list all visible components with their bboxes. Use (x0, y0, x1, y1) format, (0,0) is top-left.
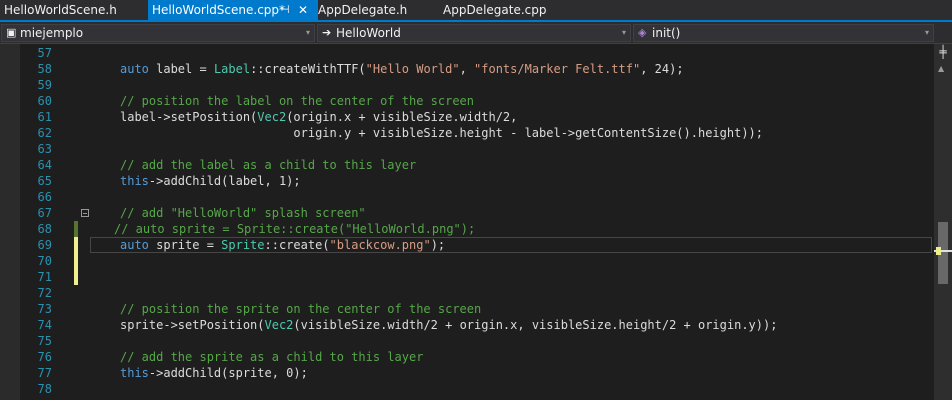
code-text: this->addChild(label, 1); (120, 174, 301, 188)
line-number: 66 (37, 190, 52, 204)
document-tab-bar: HelloWorldScene.h HelloWorldScene.cpp* ⊣… (0, 0, 952, 22)
code-text: // add "HelloWorld" splash screen" (120, 206, 366, 220)
line-number: 64 (37, 158, 52, 172)
code-line[interactable]: 58 auto label = Label::createWithTTF("Hel… (0, 61, 930, 77)
chevron-down-icon: ▾ (305, 28, 310, 37)
line-number: 74 (37, 318, 52, 332)
code-line[interactable]: 78 (0, 381, 930, 397)
navigation-bar: ▣ miejemplo ▾ ➔ HelloWorld ▾ ◈ init() ▾ (0, 22, 952, 44)
scope-dropdown-value: HelloWorld (336, 26, 401, 40)
code-line[interactable]: 68 // auto sprite = Sprite::create("Hello… (0, 221, 930, 237)
line-number: 69 (37, 238, 52, 252)
change-marker (936, 247, 941, 255)
code-text: // position the sprite on the center of … (120, 302, 482, 316)
code-line[interactable]: 75 (0, 333, 930, 349)
tab-label: AppDelegate.h (318, 3, 408, 17)
code-line[interactable]: 70 (0, 253, 930, 269)
line-number: 65 (37, 174, 52, 188)
line-number: 76 (37, 350, 52, 364)
scope-dropdown[interactable]: ➔ HelloWorld ▾ (317, 24, 631, 42)
code-line[interactable]: 77 this->addChild(sprite, 0); (0, 365, 930, 381)
code-line[interactable]: 67 // add "HelloWorld" splash screen" (0, 205, 930, 221)
arrow-right-icon: ➔ (322, 26, 332, 39)
line-number: 70 (37, 254, 52, 268)
tab-label: HelloWorldScene.h (4, 3, 117, 17)
project-dropdown-value: miejemplo (20, 26, 84, 40)
code-line[interactable]: 66 (0, 189, 930, 205)
code-text: // auto sprite = Sprite::create("HelloWo… (114, 222, 476, 236)
line-number: 58 (37, 62, 52, 76)
chevron-down-icon: ▾ (621, 28, 626, 37)
line-number: 57 (37, 46, 52, 60)
code-line[interactable]: 72 (0, 285, 930, 301)
line-number: 71 (37, 270, 52, 284)
code-text: label->setPosition(Vec2(origin.x + visib… (120, 110, 518, 124)
saved-change-marker (74, 221, 78, 237)
collapse-icon[interactable] (81, 209, 89, 217)
line-number: 72 (37, 286, 52, 300)
member-dropdown[interactable]: ◈ init() ▾ (633, 24, 934, 42)
code-text: // position the label on the center of t… (120, 94, 475, 108)
scroll-up-icon[interactable]: ▲ (938, 64, 944, 73)
code-line[interactable]: 57 (0, 45, 930, 61)
code-text: origin.y + visibleSize.height - label->g… (120, 126, 763, 140)
code-line[interactable]: 69 auto sprite = Sprite::create("blackcow… (0, 237, 932, 253)
close-icon[interactable]: ✕ (298, 0, 308, 20)
code-line[interactable]: 71 (0, 269, 930, 285)
unsaved-change-marker (74, 237, 78, 253)
member-dropdown-value: init() (652, 26, 681, 40)
code-line[interactable]: 62 origin.y + visibleSize.height - label… (0, 125, 930, 141)
code-line[interactable]: 73 // position the sprite on the center o… (0, 301, 930, 317)
line-number: 78 (37, 382, 52, 396)
code-line[interactable]: 65 this->addChild(label, 1); (0, 173, 930, 189)
project-dropdown[interactable]: ▣ miejemplo ▾ (1, 24, 315, 42)
line-number: 60 (37, 94, 52, 108)
code-text: auto sprite = Sprite::create("blackcow.p… (120, 238, 446, 252)
code-text: // add the label as a child to this laye… (120, 158, 417, 172)
code-line[interactable]: 61 label->setPosition(Vec2(origin.x + vis… (0, 109, 930, 125)
line-number: 59 (37, 78, 52, 92)
line-number: 67 (37, 206, 52, 220)
line-number: 68 (37, 222, 52, 236)
line-number: 62 (37, 126, 52, 140)
chevron-down-icon: ▾ (924, 28, 929, 37)
split-window-icon[interactable]: ╪ (937, 46, 949, 58)
method-icon: ◈ (638, 26, 647, 39)
code-text: auto label = Label::createWithTTF("Hello… (120, 62, 684, 76)
vertical-scrollbar[interactable]: ╪ ▲ (934, 44, 952, 400)
code-line[interactable]: 63 (0, 141, 930, 157)
pin-icon[interactable]: ⊣ (280, 0, 290, 20)
code-line[interactable]: 59 (0, 77, 930, 93)
tab-helloworldscene-cpp[interactable]: HelloWorldScene.cpp* ⊣ ✕ (148, 0, 318, 20)
code-line[interactable]: 76 // add the sprite as a child to this l… (0, 349, 930, 365)
code-line[interactable]: 74 sprite->setPosition(Vec2(visibleSize.w… (0, 317, 930, 333)
line-number: 77 (37, 366, 52, 380)
code-text: this->addChild(sprite, 0); (120, 366, 308, 380)
code-text: // add the sprite as a child to this lay… (120, 350, 424, 364)
project-icon: ▣ (6, 26, 17, 39)
code-editor[interactable]: 5758 auto label = Label::createWithTTF("H… (0, 44, 952, 400)
line-number: 75 (37, 334, 52, 348)
tab-label: HelloWorldScene.cpp* (152, 3, 286, 17)
code-line[interactable]: 60 // position the label on the center of… (0, 93, 930, 109)
line-number: 63 (37, 142, 52, 156)
code-line[interactable]: 64 // add the label as a child to this la… (0, 157, 930, 173)
line-number: 61 (37, 110, 52, 124)
tab-helloworldscene-h[interactable]: HelloWorldScene.h (4, 0, 117, 20)
tab-appdelegate-cpp[interactable]: AppDelegate.cpp (443, 0, 547, 20)
unsaved-change-marker (74, 253, 78, 269)
code-text: sprite->setPosition(Vec2(visibleSize.wid… (120, 318, 778, 332)
tab-label: AppDelegate.cpp (443, 3, 547, 17)
tab-appdelegate-h[interactable]: AppDelegate.h (318, 0, 407, 20)
line-number: 73 (37, 302, 52, 316)
unsaved-change-marker (74, 269, 78, 285)
